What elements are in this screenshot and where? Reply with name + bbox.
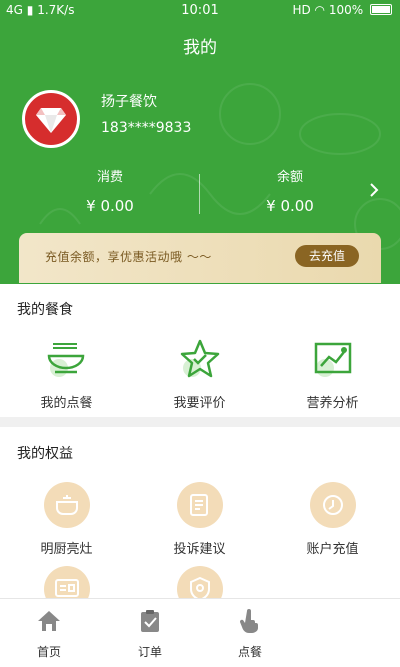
tap-hand-icon [239,609,258,633]
nav-home[interactable]: 首页 [14,609,84,660]
stat-label: 消费 [96,170,123,185]
section-title-benefits: 我的权益 [17,446,73,462]
section-title-meals: 我的餐食 [17,302,73,318]
battery-icon [370,4,392,15]
wifi-icon: ◠ [314,3,326,17]
hd-label: HD [292,3,311,17]
grid-label: 我的点餐 [40,396,93,411]
grid-label: 我要评价 [173,396,226,411]
stat-value: ¥ 0.00 [86,197,134,215]
status-right: HD ◠ 100% [292,3,392,17]
stat-consumption[interactable]: 消费 ¥ 0.00 [10,166,210,215]
bowl-icon [45,338,89,382]
page-title: 我的 [0,22,400,74]
battery-percent: 100% [328,3,364,17]
star-review-icon [178,338,222,382]
grid-item-complaint[interactable]: 投诉建议 [133,482,266,557]
user-name: 扬子餐饮 [101,94,157,110]
grid-label: 投诉建议 [173,542,226,557]
grid-label: 营养分析 [306,396,359,411]
chevron-right-icon[interactable] [366,182,382,198]
grid-item-nutrition[interactable]: 营养分析 [266,338,399,411]
user-phone: 183****9833 [101,120,192,136]
recharge-promo-banner[interactable]: 充值余额，享优惠活动哦 ～～ 去充值 [19,233,381,283]
grid-item-open-kitchen[interactable]: 明厨亮灶 [0,482,133,557]
home-icon [38,611,60,631]
grid-item-my-orders[interactable]: 我的点餐 [0,338,133,411]
grid-item-review[interactable]: 我要评价 [133,338,266,411]
grid-label: 账户充值 [306,542,359,557]
order-clipboard-icon [141,610,159,632]
nav-label: 首页 [36,645,61,659]
recharge-button[interactable]: 去充值 [295,245,359,267]
avatar[interactable] [22,90,80,148]
bottom-navigation: 首页 订单 点餐 [0,598,400,667]
stat-label: 余额 [276,170,303,185]
promo-text: 充值余额，享优惠活动哦 ～～ [45,250,212,264]
stat-balance[interactable]: 余额 ¥ 0.00 [190,166,390,215]
grid-label: 明厨亮灶 [40,542,93,557]
stat-value: ¥ 0.00 [266,197,314,215]
nav-label: 点餐 [237,645,262,659]
complaint-doc-icon [176,482,223,528]
recharge-clock-icon [309,482,356,528]
section-divider [0,417,400,427]
nav-label: 订单 [137,645,162,659]
grid-item-recharge[interactable]: 账户充值 [266,482,399,557]
chart-analysis-icon [311,338,355,382]
status-bar: 4G ▮ 1.7K/s 10:01 HD ◠ 100% [0,0,400,22]
nav-orders[interactable]: 订单 [115,609,185,660]
kitchen-pot-icon [43,482,90,528]
diamond-logo-icon [36,108,66,133]
nav-order-food[interactable]: 点餐 [215,609,285,660]
